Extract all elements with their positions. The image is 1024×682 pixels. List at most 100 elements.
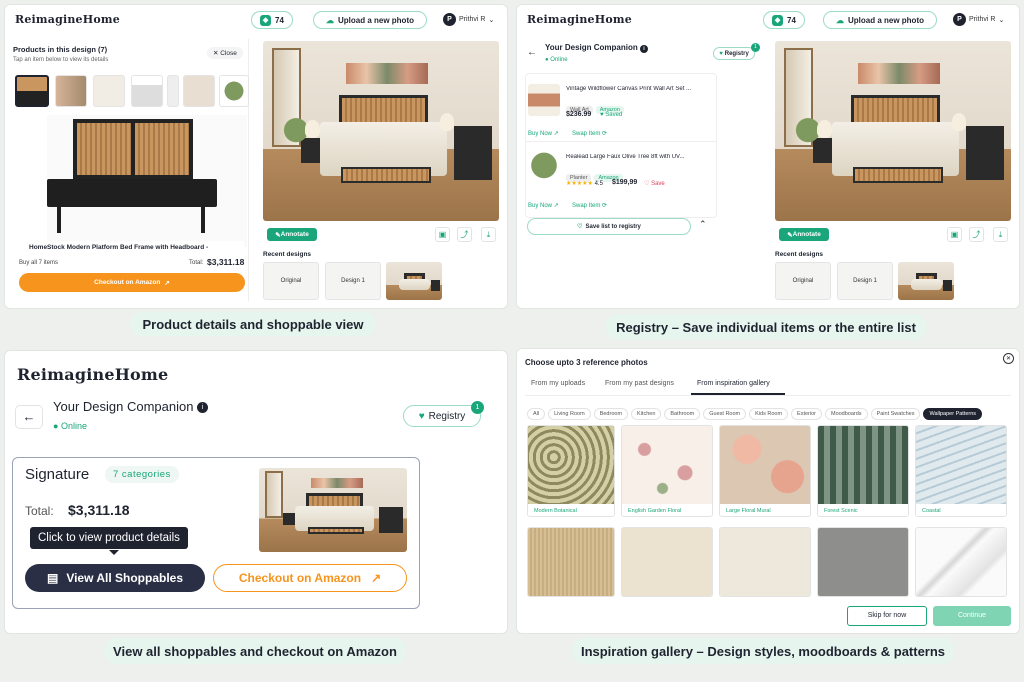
save-list-button[interactable]: ♡ Save list to registry (527, 218, 691, 235)
product-name[interactable]: HomeStock Modern Platform Bed Frame with… (29, 241, 244, 254)
filter-chip[interactable]: Kitchen (631, 408, 662, 420)
product-thumb-lamp[interactable] (93, 75, 125, 107)
buy-now-link[interactable]: Buy Now ↗ (528, 202, 559, 209)
download-icon[interactable]: ⤓ (993, 227, 1008, 242)
product-thumb-rug[interactable] (183, 75, 215, 107)
recent-design-1[interactable]: Design 1 (325, 262, 381, 300)
product-image-tree[interactable] (528, 150, 560, 194)
checkout-amazon-button[interactable]: Checkout on Amazon ↗ (213, 564, 407, 592)
product-image-art[interactable] (528, 84, 560, 116)
caption-shoppables: View all shoppables and checkout on Amaz… (104, 638, 406, 664)
product-thumb-bed[interactable] (15, 75, 49, 107)
upload-button[interactable]: ☁ Upload a new photo (313, 11, 427, 29)
signature-title: Signature (25, 466, 90, 483)
product-thumb-plant[interactable] (219, 75, 249, 107)
heart-outline-icon: ♡ (644, 181, 650, 187)
save-status[interactable]: ♡ Save (644, 180, 665, 187)
panel-product-details: ReimagineHome ◆ 74 ☁ Upload a new photo PP… (4, 4, 508, 309)
credits-pill[interactable]: ◆ 74 (763, 11, 805, 29)
recent-designs-title: Recent designs (263, 251, 312, 258)
filter-chip[interactable]: Bathroom (664, 408, 701, 420)
recent-design-2[interactable] (898, 262, 954, 300)
annotate-button[interactable]: ✎ Annotate (779, 228, 829, 241)
tab-past-designs[interactable]: From my past designs (605, 380, 674, 387)
recent-design-1-label: Design 1 (341, 278, 365, 284)
filter-chip[interactable]: Guest Room (703, 408, 747, 420)
skip-button[interactable]: Skip for now (847, 606, 927, 626)
continue-button[interactable]: Continue (933, 606, 1011, 626)
pattern-tile[interactable]: English Garden Floral (621, 425, 713, 517)
recent-design-2[interactable] (386, 262, 442, 300)
registry-button[interactable]: ♥ Registry (403, 405, 481, 427)
companion-title: Your Design Companion i (53, 399, 209, 414)
pattern-tile[interactable]: Modern Botanical (527, 425, 615, 517)
categories-badge[interactable]: 7 categories (105, 466, 179, 483)
chevron-up-icon[interactable]: ⌃ (699, 219, 707, 230)
pattern-label: English Garden Floral (628, 508, 682, 514)
filter-chip[interactable]: Kids Room (749, 408, 789, 420)
tab-divider (525, 395, 1011, 396)
swap-item-link[interactable]: Swap Item ⟳ (572, 202, 607, 209)
product-name[interactable]: Vintage Wildflower Canvas Print Wall Art… (566, 86, 716, 92)
avatar: P (953, 13, 966, 26)
close-icon[interactable]: ✕ (1003, 353, 1014, 364)
upload-button[interactable]: ☁ Upload a new photo (823, 11, 937, 29)
recent-original[interactable]: Original (263, 262, 319, 300)
product-thumb-lamp2[interactable] (167, 75, 179, 107)
share-icon[interactable]: ⤴ (457, 227, 472, 242)
compare-icon[interactable]: ▣ (435, 227, 450, 242)
product-thumb-art[interactable] (55, 75, 87, 107)
saved-status[interactable]: ♥ Saved (600, 112, 622, 118)
checkout-amazon-button[interactable]: Checkout on Amazon ↗ (19, 273, 245, 292)
texture-tile[interactable] (817, 527, 909, 597)
user-menu[interactable]: P Prithvi R ⌄ (443, 13, 494, 26)
annotate-button[interactable]: ✎ Annotate (267, 228, 317, 241)
texture-tile[interactable] (915, 527, 1007, 597)
app-logo: ReimagineHome (17, 365, 169, 384)
texture-tile[interactable] (527, 527, 615, 597)
online-label: Online (60, 421, 87, 431)
swap-item-link[interactable]: Swap Item ⟳ (572, 130, 607, 137)
pattern-tile[interactable]: Large Floral Mural (719, 425, 811, 517)
user-menu[interactable]: P Prithvi R ⌄ (953, 13, 1004, 26)
saved-label: Saved (605, 112, 623, 118)
product-name[interactable]: Realead Large Faux Olive Tree 8ft with U… (566, 154, 716, 160)
info-icon: i (197, 402, 209, 414)
tab-inspiration-gallery[interactable]: From inspiration gallery (697, 380, 770, 387)
close-button[interactable]: ✕ Close (207, 47, 243, 59)
texture-tile[interactable] (621, 527, 713, 597)
filter-chip-active[interactable]: Wallpaper Patterns (923, 408, 983, 420)
filter-chip[interactable]: All (527, 408, 546, 420)
pattern-tile[interactable]: Forest Scenic (817, 425, 909, 517)
recent-design-1[interactable]: Design 1 (837, 262, 893, 300)
back-arrow-icon[interactable]: ← (15, 405, 43, 429)
share-icon[interactable]: ⤴ (969, 227, 984, 242)
view-all-shoppables-button[interactable]: ▤ View All Shoppables (25, 564, 205, 592)
total-label: Total: (189, 260, 204, 266)
download-icon[interactable]: ⤓ (481, 227, 496, 242)
product-thumb-dresser[interactable] (131, 75, 163, 107)
texture-tile[interactable] (719, 527, 811, 597)
registry-button[interactable]: ♥ Registry (713, 47, 755, 60)
signature-design-image[interactable] (259, 468, 407, 552)
online-label: Online (550, 57, 568, 63)
recent-original[interactable]: Original (775, 262, 831, 300)
upload-label: Upload a new photo (848, 15, 924, 25)
total-value: $3,311.18 (68, 502, 130, 518)
chevron-down-icon: ⌄ (998, 16, 1005, 24)
buy-now-link[interactable]: Buy Now ↗ (528, 130, 559, 137)
filter-chip[interactable]: Exterior (791, 408, 822, 420)
swap-item-label: Swap Item (572, 131, 601, 137)
filter-chip[interactable]: Moodboards (824, 408, 868, 420)
compare-icon[interactable]: ▣ (947, 227, 962, 242)
tab-uploads[interactable]: From my uploads (531, 380, 585, 387)
pattern-tile[interactable]: Coastal (915, 425, 1007, 517)
credits-pill[interactable]: ◆ 74 (251, 11, 293, 29)
filter-chip[interactable]: Living Room (548, 408, 591, 420)
back-arrow-icon[interactable]: ← (527, 47, 537, 58)
filter-chip[interactable]: Paint Swatches (870, 408, 921, 420)
filter-chip[interactable]: Bedroom (593, 408, 629, 420)
design-image (263, 41, 499, 221)
registry-label: Registry (724, 50, 749, 57)
caption-registry: Registry – Save individual items or the … (606, 314, 926, 340)
